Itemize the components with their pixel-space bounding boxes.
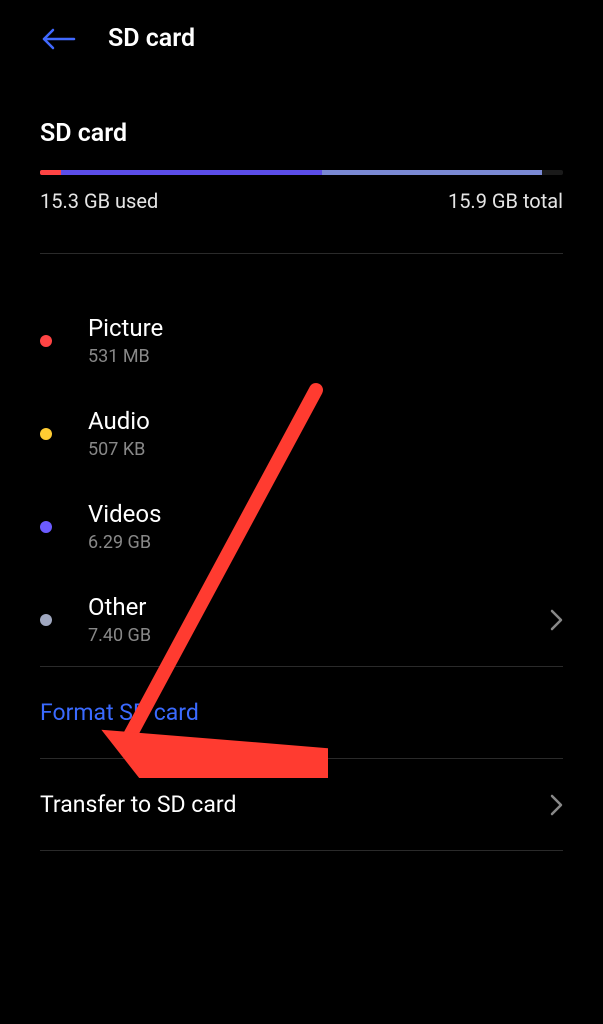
category-size: 507 KB (88, 439, 563, 460)
category-size: 7.40 GB (88, 625, 549, 646)
storage-summary: 15.3 GB used 15.9 GB total (40, 189, 563, 213)
app-header: SD card (0, 0, 603, 71)
dot-icon (40, 614, 52, 626)
category-size: 6.29 GB (88, 532, 563, 553)
category-item-picture[interactable]: Picture 531 MB (40, 294, 563, 387)
category-name: Videos (88, 500, 563, 528)
total-label: 15.9 GB total (448, 189, 563, 213)
chevron-right-icon (549, 794, 563, 816)
divider (40, 253, 563, 254)
transfer-label: Transfer to SD card (40, 791, 236, 818)
page-title: SD card (108, 24, 195, 53)
storage-progress-bar (40, 170, 563, 175)
category-item-other[interactable]: Other 7.40 GB (40, 573, 563, 666)
category-name: Audio (88, 407, 563, 435)
divider (40, 850, 563, 851)
dot-icon (40, 335, 52, 347)
chevron-right-icon (549, 609, 563, 631)
dot-icon (40, 428, 52, 440)
category-item-videos[interactable]: Videos 6.29 GB (40, 480, 563, 573)
category-name: Other (88, 593, 549, 621)
category-item-audio[interactable]: Audio 507 KB (40, 387, 563, 480)
dot-icon (40, 521, 52, 533)
section-title-sdcard: SD card (40, 119, 563, 148)
category-name: Picture (88, 314, 563, 342)
format-sd-card-button[interactable]: Format SD card (40, 667, 563, 758)
progress-segment-videos (61, 170, 323, 175)
category-size: 531 MB (88, 346, 563, 367)
transfer-sd-card-button[interactable]: Transfer to SD card (40, 759, 563, 850)
back-arrow-icon[interactable] (40, 28, 76, 50)
used-label: 15.3 GB used (40, 189, 158, 213)
progress-segment-other (322, 170, 542, 175)
progress-segment-picture (40, 170, 61, 175)
